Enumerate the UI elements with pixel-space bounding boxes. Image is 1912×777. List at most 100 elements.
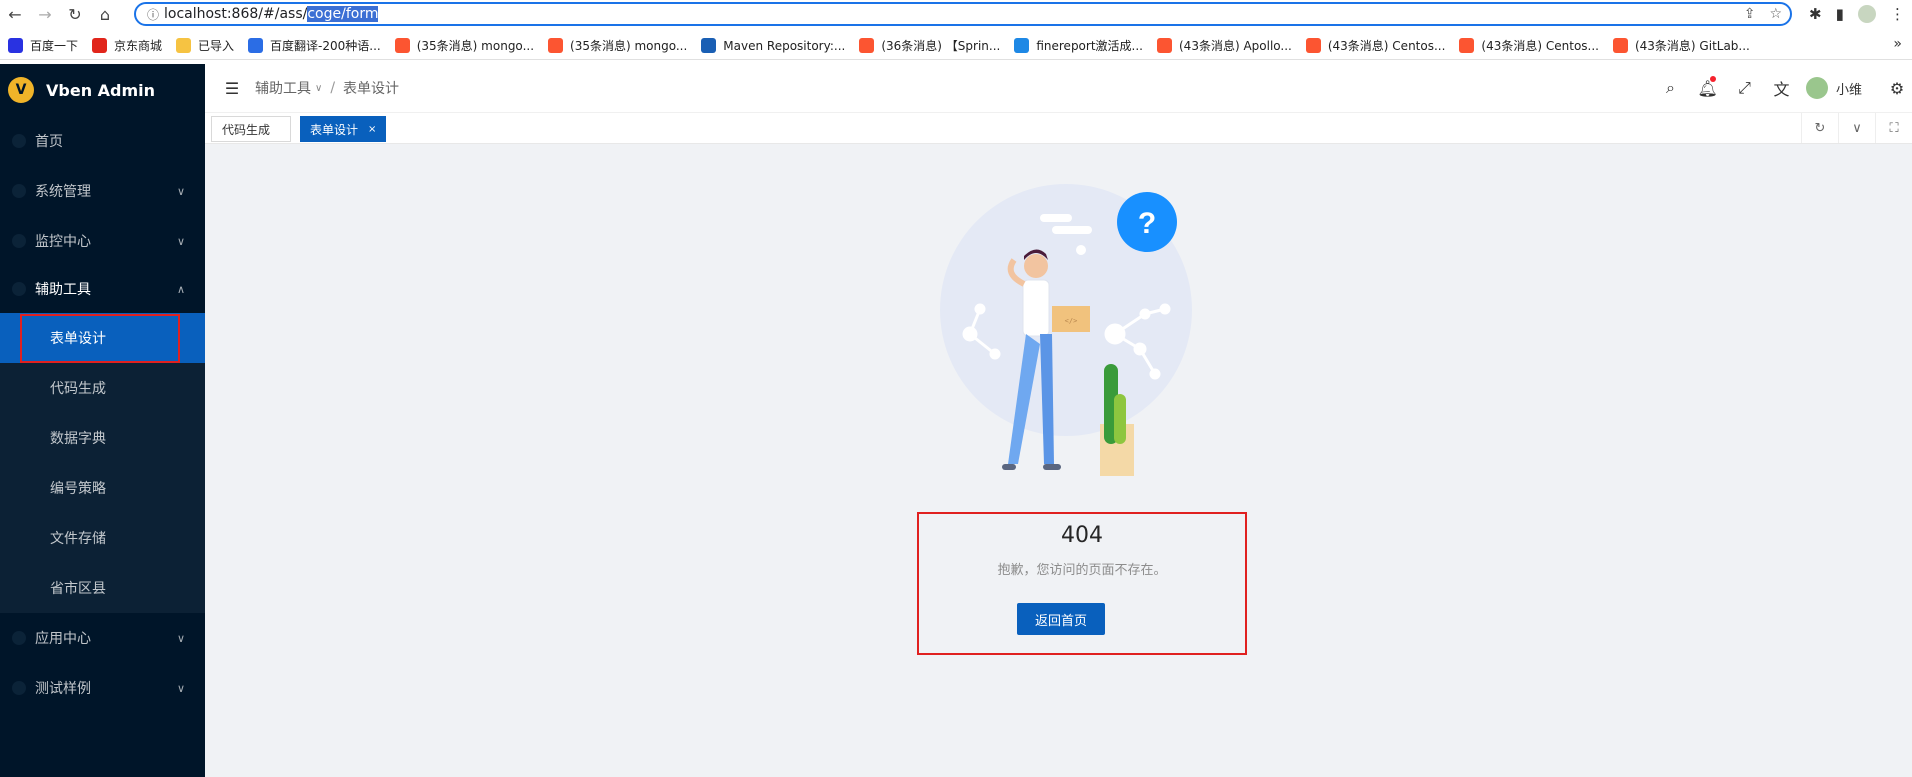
browser-menu-icon[interactable]: ⋮ <box>1890 5 1905 23</box>
chevron-down-icon: ∨ <box>176 681 185 695</box>
forward-icon[interactable]: → <box>30 0 60 28</box>
fullscreen-icon[interactable]: ⤢ <box>1726 64 1763 112</box>
back-home-button[interactable]: 返回首页 <box>1017 603 1105 635</box>
sidebar-item-numbering[interactable]: 编号策略 <box>0 463 205 513</box>
browser-extensions: ✱ ▮ ⋮ <box>1802 0 1912 28</box>
menu-fold-icon[interactable]: ☰ <box>215 79 249 98</box>
status-code: 404 <box>1061 523 1103 548</box>
app-title: Vben Admin <box>46 80 156 100</box>
sidebar-item-label: 数据字典 <box>50 431 106 447</box>
bookmarks-bar: 百度一下 京东商城 已导入 百度翻译-200种语... (35条消息) mongo...… <box>0 32 1912 60</box>
bookmark-item[interactable]: 已导入 <box>176 37 234 54</box>
sidebar-item-label: 辅助工具 <box>35 282 91 298</box>
sidebar-item-code-gen[interactable]: 代码生成 <box>0 363 205 413</box>
avatar[interactable] <box>1805 77 1828 99</box>
sidebar-item-samples[interactable]: 测试样例 ∨ <box>0 663 205 713</box>
bookmark-favicon-icon <box>394 38 410 53</box>
bookmark-item[interactable]: (43条消息) GitLab... <box>1612 37 1750 54</box>
bookmark-favicon-icon <box>1459 38 1475 53</box>
sidebar-item-label: 代码生成 <box>50 381 106 397</box>
samples-menu-icon <box>12 681 26 695</box>
bookmark-item[interactable]: (43条消息) Centos... <box>1459 37 1599 54</box>
bookmark-star-icon[interactable]: ☆ <box>1769 6 1782 22</box>
not-found-result: 404 抱歉，您访问的页面不存在。 返回首页 <box>917 512 1247 655</box>
bookmark-favicon-icon <box>1157 38 1172 53</box>
bookmark-label: (43条消息) Apollo... <box>1179 39 1292 53</box>
breadcrumb: 辅助工具 ∨ / 表单设计 <box>255 78 399 98</box>
address-bar[interactable]: ⓘ localhost:868/#/ass/coge/form ⇪ ☆ <box>134 2 1792 26</box>
sidebar-item-tools[interactable]: 辅助工具 ∧ <box>0 264 205 314</box>
bookmark-favicon-icon <box>1612 38 1628 53</box>
sidebar-item-label: 系统管理 <box>35 184 91 200</box>
bookmark-label: Maven Repository:... <box>723 38 846 53</box>
chevron-down-icon: ∨ <box>176 184 185 198</box>
not-found-illustration: ? </> <box>940 184 1192 476</box>
app-logo[interactable]: V Vben Admin <box>0 64 205 116</box>
app-header: ☰ 辅助工具 ∨ / 表单设计 ⌕ 🔔︎ ⤢ 文 小维 ⚙ <box>205 64 1912 112</box>
share-icon[interactable]: ⇪ <box>1744 6 1756 22</box>
sidebar-item-monitor[interactable]: 监控中心 ∨ <box>0 216 205 266</box>
tab-form-design[interactable]: 表单设计 × <box>300 116 387 142</box>
breadcrumb-parent[interactable]: 辅助工具 <box>255 78 311 98</box>
sidebar-item-system[interactable]: 系统管理 ∨ <box>0 166 205 216</box>
bell-icon[interactable]: 🔔︎ <box>1689 64 1726 112</box>
chevron-down-icon[interactable]: ∨ <box>315 83 322 94</box>
monitor-menu-icon <box>12 234 26 248</box>
extensions-puzzle-icon[interactable]: ✱ <box>1809 5 1822 23</box>
bookmark-label: (43条消息) Centos... <box>1481 39 1599 53</box>
apps-menu-icon <box>12 631 26 645</box>
bookmark-item[interactable]: (43条消息) Apollo... <box>1157 37 1292 54</box>
site-info-icon[interactable]: ⓘ <box>142 6 164 23</box>
bookmarks-overflow-icon[interactable]: » <box>1893 36 1902 52</box>
sidebar-item-file-storage[interactable]: 文件存储 <box>0 513 205 563</box>
bookmark-label: (35条消息) mongo... <box>570 39 688 53</box>
bookmark-item[interactable]: (36条消息) 【Sprin... <box>859 37 1000 54</box>
close-icon[interactable]: × <box>368 124 376 135</box>
bookmark-item[interactable]: (35条消息) mongo... <box>548 37 687 54</box>
gear-icon[interactable]: ⚙ <box>1882 64 1912 112</box>
search-icon[interactable]: ⌕ <box>1652 64 1689 112</box>
profile-avatar-icon[interactable] <box>1857 5 1876 23</box>
sidebar-item-label: 应用中心 <box>35 631 91 647</box>
maximize-icon[interactable]: ⛶ <box>1875 113 1912 143</box>
bookmark-favicon-icon <box>8 38 23 53</box>
bookmark-item[interactable]: 百度翻译-200种语... <box>248 37 381 54</box>
bookmark-favicon-icon <box>1014 38 1030 53</box>
username[interactable]: 小维 <box>1836 79 1862 98</box>
sidebar-item-label: 监控中心 <box>35 234 91 250</box>
reload-icon[interactable]: ↻ <box>60 0 90 28</box>
annotation-highlight-box <box>20 314 180 363</box>
bookmark-item[interactable]: Maven Repository:... <box>701 38 845 53</box>
home-icon[interactable]: ⌂ <box>90 0 120 28</box>
bookmark-label: 已导入 <box>198 39 235 53</box>
bookmark-item[interactable]: finereport激活成... <box>1014 37 1143 54</box>
url-text[interactable]: localhost:868/#/ass/coge/form <box>164 6 379 22</box>
sidebar-item-home[interactable]: 首页 <box>0 116 205 166</box>
bookmark-favicon-icon <box>548 38 564 53</box>
sidebar-item-label: 省市区县 <box>50 581 106 597</box>
sidebar-item-apps[interactable]: 应用中心 ∨ <box>0 613 205 663</box>
sidebar-item-label: 编号策略 <box>50 481 106 497</box>
bookmark-item[interactable]: 百度一下 <box>8 37 78 54</box>
bookmark-item[interactable]: (35条消息) mongo... <box>394 37 534 54</box>
chevron-down-icon[interactable]: ∨ <box>1838 113 1875 143</box>
refresh-icon[interactable]: ↻ <box>1801 113 1838 143</box>
sidebar-item-label: 首页 <box>35 134 63 150</box>
bookmark-favicon-icon <box>92 38 108 53</box>
bookmark-item[interactable]: (43条消息) Centos... <box>1305 37 1445 54</box>
side-panel-icon[interactable]: ▮ <box>1836 5 1844 23</box>
sidebar-item-label: 文件存储 <box>50 531 106 547</box>
sidebar-item-dict[interactable]: 数据字典 <box>0 413 205 463</box>
back-icon[interactable]: ← <box>0 0 30 28</box>
translate-icon[interactable]: 文 <box>1763 64 1800 112</box>
sidebar-item-region[interactable]: 省市区县 <box>0 563 205 613</box>
multi-tab-bar: 代码生成 表单设计 × ↻ ∨ ⛶ <box>205 112 1912 144</box>
bookmark-item[interactable]: 京东商城 <box>92 37 162 54</box>
sidebar: V Vben Admin 首页 系统管理 ∨ 监控中心 ∨ 辅助工具 ∧ 表单设… <box>0 64 205 777</box>
home-menu-icon <box>12 134 26 148</box>
bookmark-favicon-icon <box>701 38 717 53</box>
bookmark-label: (36条消息) 【Sprin... <box>881 39 1001 53</box>
bookmark-favicon-icon <box>248 38 264 53</box>
main-content: ? </> 404 抱歉，您访问的页面不存在。 返回首页 <box>205 144 1912 777</box>
tab-code-gen[interactable]: 代码生成 <box>211 116 291 142</box>
